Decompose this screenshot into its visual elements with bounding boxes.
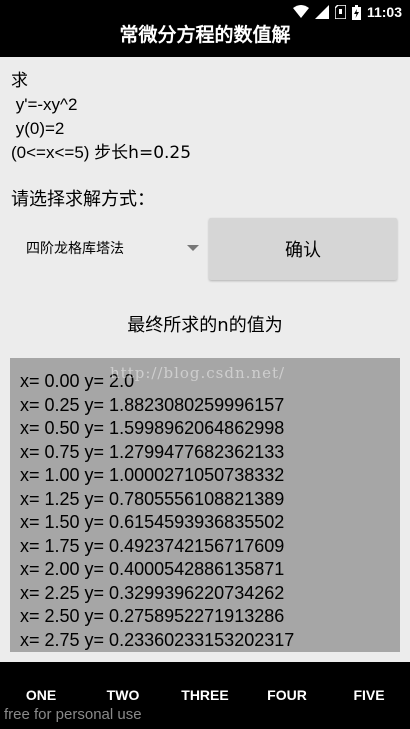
problem-equation: y'=-xy^2 [11,95,78,114]
problem-statement: 求 y'=-xy^2 y(0)=2 (0<=x<=5) 步长h=0.25 [11,69,191,165]
method-spinner[interactable]: 四阶龙格库塔法 [10,228,205,268]
result-row: x= 2.50 y= 0.2758952271913286 [20,606,285,626]
result-row: x= 2.75 y= 0.23360233153202317 [20,629,295,650]
tab-five[interactable]: FIVE [328,680,410,710]
result-row: x= 1.00 y= 1.0000271050738332 [20,465,285,485]
result-row: x= 1.50 y= 0.6154593936835502 [20,512,285,532]
dropdown-arrow-icon [187,245,199,251]
watermark: http://blog.csdn.net/ [110,364,286,382]
result-row: x= 2.00 y= 0.4000542886135871 [20,559,285,579]
status-time: 11:03 [366,4,402,20]
app-bar: 常微分方程的数值解 [0,24,410,57]
battery-icon [351,4,361,20]
results-panel[interactable]: http://blog.csdn.net/ x= 0.00 y= 2.0 x= … [10,358,400,652]
footer-note: free for personal use [4,706,142,723]
wifi-icon [292,5,309,18]
confirm-button[interactable]: 确认 [209,218,397,280]
signal-icon [314,5,329,19]
result-row: x= 1.25 y= 0.7805556108821389 [20,488,285,509]
problem-range: (0<=x<=5) [11,143,95,162]
problem-step: 步长h=0.25 [94,143,192,163]
app-title: 常微分方程的数值解 [119,24,291,46]
tab-four[interactable]: FOUR [246,680,328,710]
status-icons: 11:03 [292,4,402,20]
problem-heading: 求 [11,71,28,91]
result-row: x= 0.25 y= 1.8823080259996157 [20,394,285,415]
result-row: x= 1.75 y= 0.4923742156717609 [20,535,285,556]
status-bar: 11:03 [0,0,410,24]
tab-three[interactable]: THREE [164,680,246,710]
tab-bar: ONE TWO THREE FOUR FIVE free for persona… [0,662,410,729]
method-spinner-value: 四阶龙格库塔法 [26,241,124,257]
result-row: x= 2.25 y= 0.3299396220734262 [20,582,285,603]
problem-initial-condition: y(0)=2 [11,119,65,138]
result-row: x= 0.50 y= 1.5998962064862998 [20,418,285,438]
sd-card-icon [334,5,346,19]
method-prompt: 请选择求解方式： [11,189,155,210]
result-row: x= 0.75 y= 1.2799477682362133 [20,441,285,462]
main-content: 求 y'=-xy^2 y(0)=2 (0<=x<=5) 步长h=0.25 请选择… [0,57,410,662]
result-title: 最终所求的n的值为 [127,315,283,336]
problem-range-line: (0<=x<=5) 步长h=0.25 [11,141,191,165]
